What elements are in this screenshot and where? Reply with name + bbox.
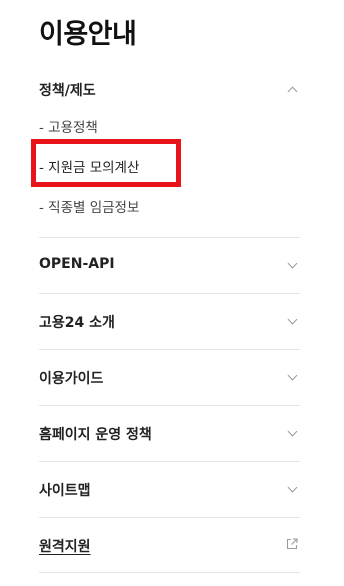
menu-item-sitemap[interactable]: 사이트맵 — [39, 461, 300, 518]
menu-item-label: 고용24 소개 — [39, 315, 115, 331]
menu-item-about[interactable]: 고용24 소개 — [39, 293, 300, 350]
submenu-item-wage-info[interactable]: - 직종별 임금정보 — [39, 196, 300, 236]
menu-item-label: 이용가이드 — [39, 371, 104, 387]
chevron-down-icon — [287, 258, 298, 269]
page-title: 이용안내 — [39, 19, 137, 50]
section-policy-label: 정책/제도 — [39, 83, 96, 99]
menu-item-label: 홈페이지 운영 정책 — [39, 427, 152, 443]
menu-item-open-api[interactable]: OPEN-API — [39, 237, 300, 294]
divider — [39, 572, 300, 573]
menu-item-label: OPEN-API — [39, 256, 115, 272]
submenu-item-employment-policy[interactable]: - 고용정책 — [39, 116, 300, 156]
chevron-up-icon[interactable] — [287, 86, 298, 97]
section-policy-header[interactable]: 정책/제도 — [39, 80, 300, 102]
chevron-down-icon — [287, 482, 298, 493]
menu-item-remote-support[interactable]: 원격지원 — [39, 517, 300, 574]
menu-item-label: 사이트맵 — [39, 483, 91, 499]
menu-item-guide[interactable]: 이용가이드 — [39, 349, 300, 406]
menu-item-label: 원격지원 — [39, 539, 91, 555]
chevron-down-icon — [287, 314, 298, 325]
chevron-down-icon — [287, 426, 298, 437]
submenu-item-subsidy-calculator[interactable]: - 지원금 모의계산 — [39, 156, 300, 196]
menu-item-site-policy[interactable]: 홈페이지 운영 정책 — [39, 405, 300, 462]
section-policy-submenu: - 고용정책 - 지원금 모의계산 - 직종별 임금정보 — [39, 116, 300, 236]
external-link-icon — [286, 538, 298, 550]
chevron-down-icon — [287, 370, 298, 381]
